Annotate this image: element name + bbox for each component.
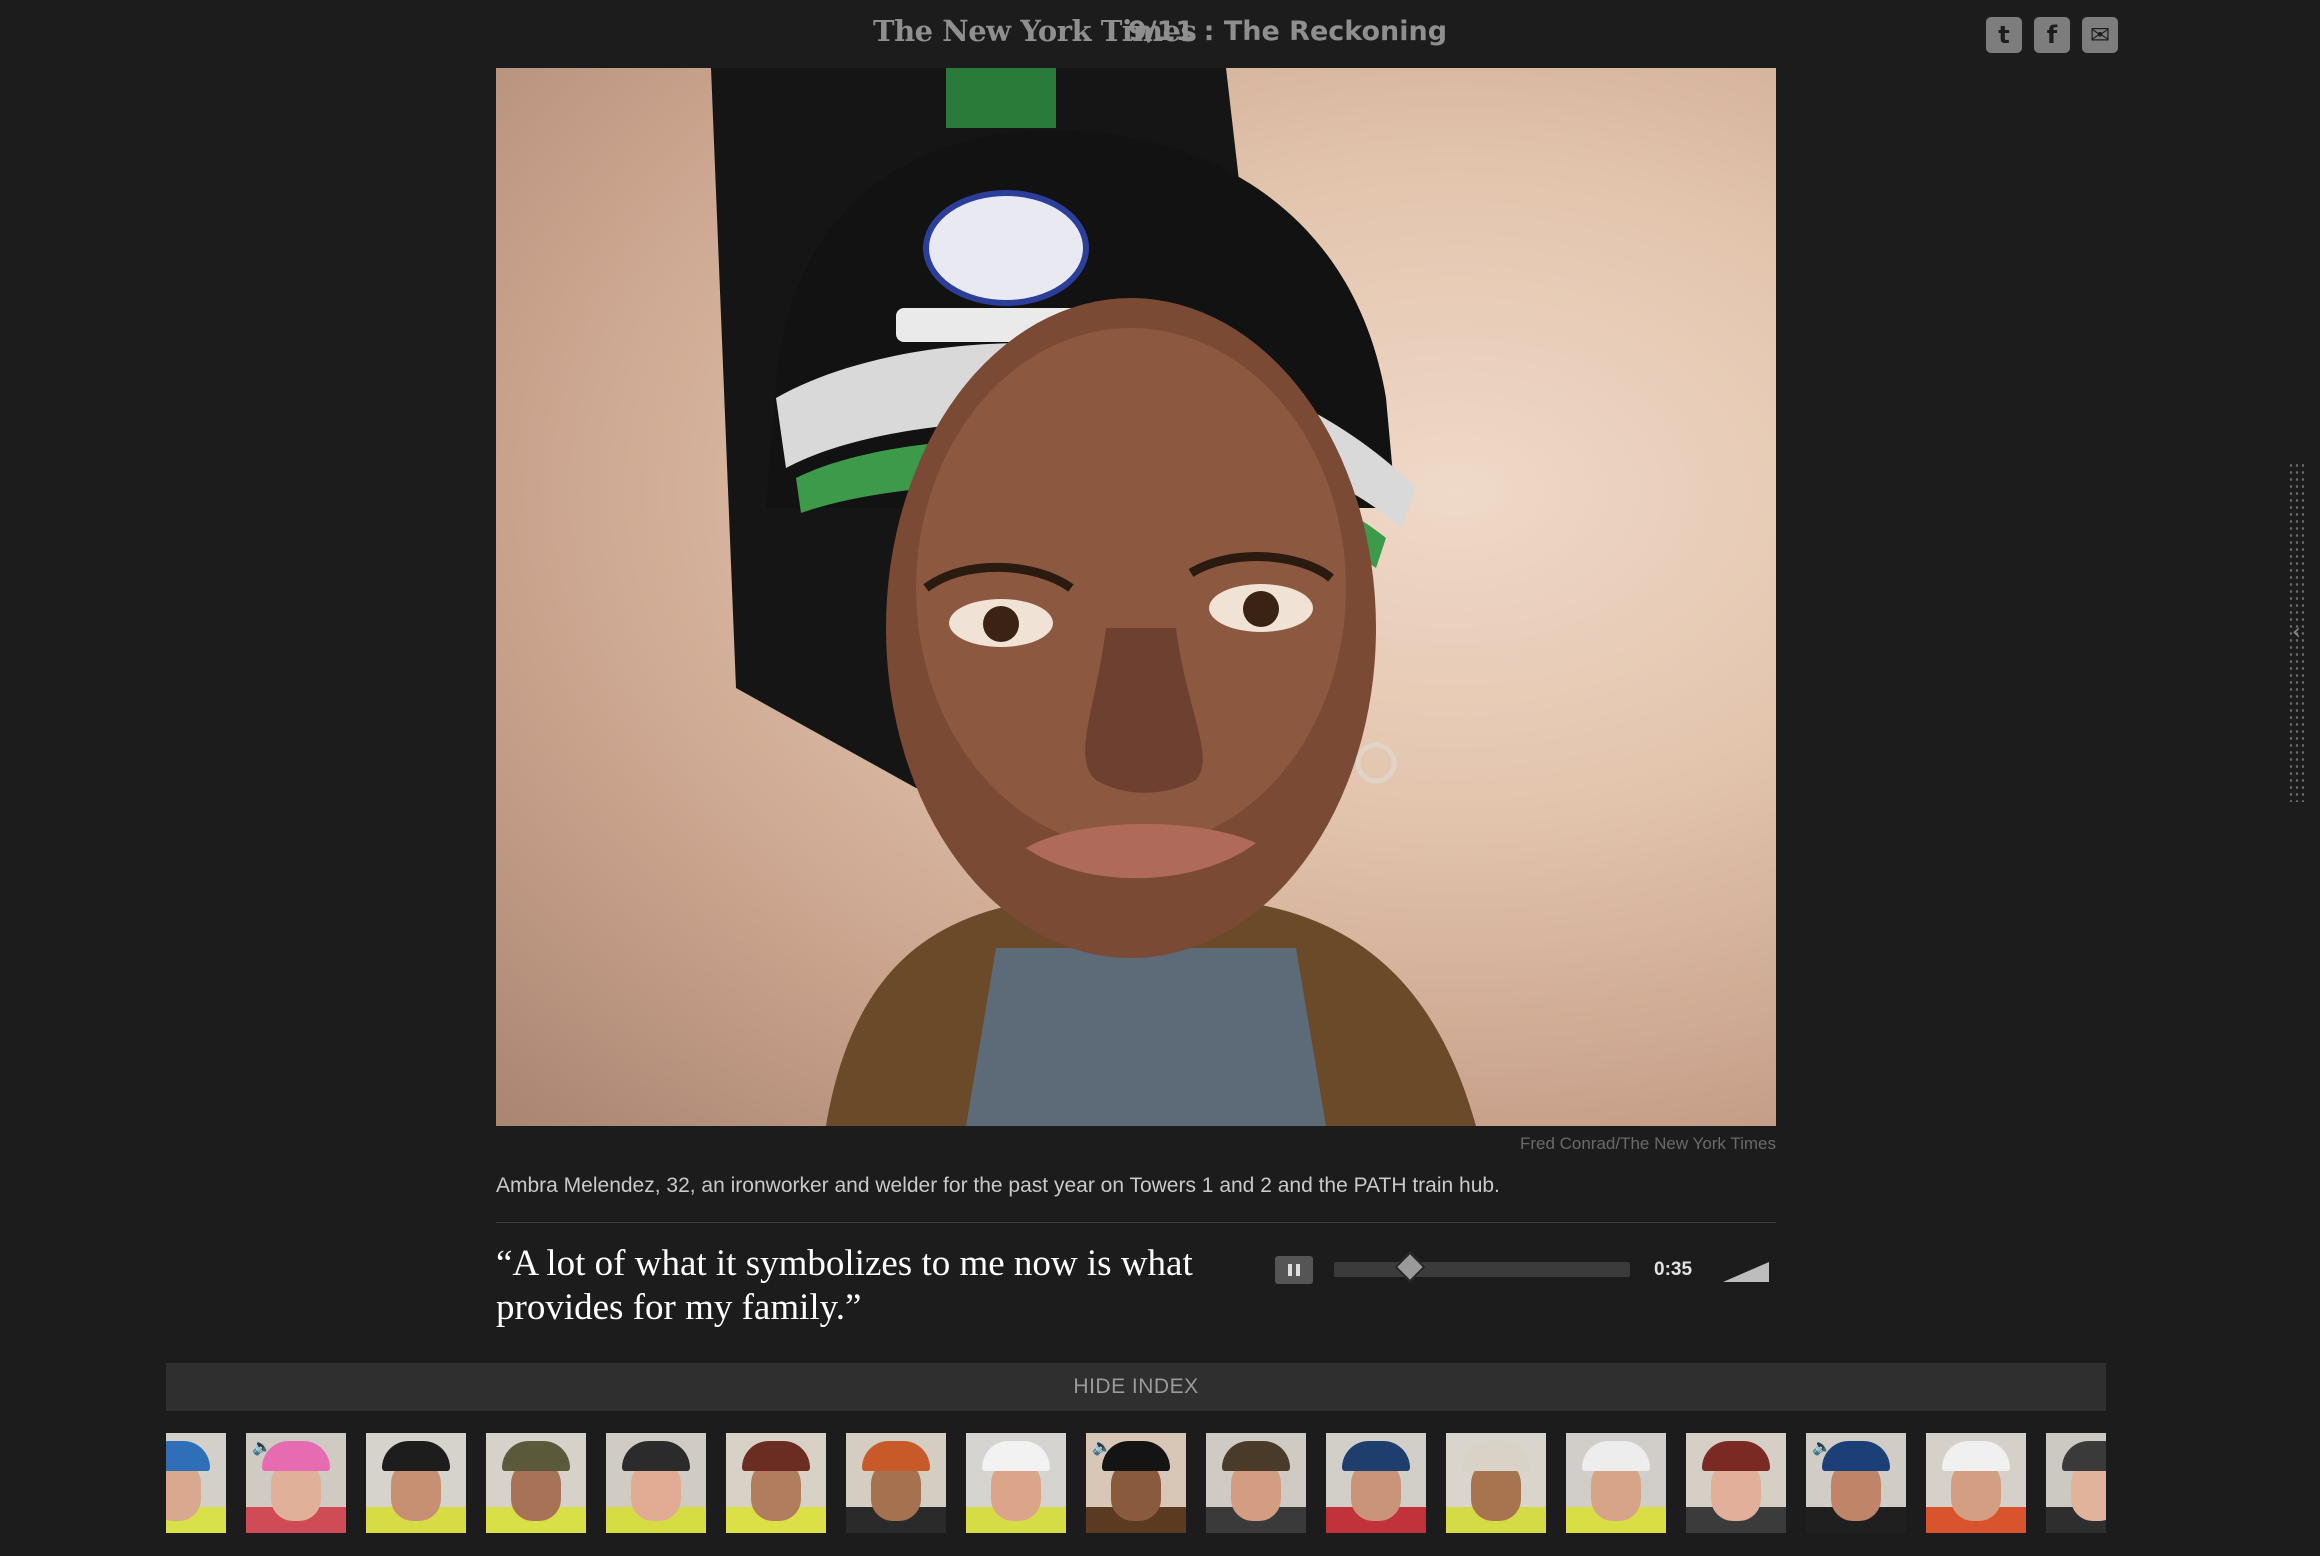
thumbnail-index: 🔈 🔈 🔈 xyxy=(166,1433,2106,1533)
index-thumbnail[interactable] xyxy=(486,1433,586,1533)
pause-button[interactable] xyxy=(1275,1256,1313,1284)
thumbnail-hardhat xyxy=(1462,1441,1530,1471)
email-share-button[interactable]: ✉ xyxy=(2082,17,2118,53)
speaker-icon: 🔈 xyxy=(1812,1437,1832,1456)
index-thumbnail[interactable]: 🔈 xyxy=(246,1433,346,1533)
index-thumbnail[interactable] xyxy=(2046,1433,2106,1533)
slider-thumb[interactable] xyxy=(1394,1251,1426,1283)
audio-progress-slider[interactable] xyxy=(1334,1251,1630,1283)
photo-credit: Fred Conrad/The New York Times xyxy=(1519,1134,1776,1153)
thumbnail-hardhat xyxy=(1222,1441,1290,1471)
volume-icon xyxy=(1723,1262,1769,1282)
thumbnail-hardhat xyxy=(166,1441,210,1471)
index-thumbnail[interactable] xyxy=(1566,1433,1666,1533)
thumbnail-hardhat xyxy=(1822,1441,1890,1471)
thumbnail-hardhat xyxy=(382,1441,450,1471)
thumbnail-hardhat xyxy=(742,1441,810,1471)
index-thumbnail[interactable] xyxy=(966,1433,1066,1533)
index-thumbnail[interactable] xyxy=(1206,1433,1306,1533)
twitter-icon: t xyxy=(1998,21,2010,49)
index-thumbnail[interactable] xyxy=(606,1433,706,1533)
index-thumbnail[interactable] xyxy=(1686,1433,1786,1533)
speaker-icon: 🔈 xyxy=(252,1437,272,1456)
index-thumbnail[interactable] xyxy=(1926,1433,2026,1533)
top-bar: The New York Times 9/11 : The Reckoning … xyxy=(0,0,2320,66)
thumbnail-hardhat xyxy=(862,1441,930,1471)
pull-quote: “A lot of what it symbolizes to me now i… xyxy=(496,1243,1193,1328)
portrait-photo xyxy=(496,68,1776,1126)
index-thumbnail[interactable] xyxy=(1326,1433,1426,1533)
thumbnail-hardhat xyxy=(622,1441,690,1471)
thumbnail-hardhat xyxy=(982,1441,1050,1471)
thumbnail-hardhat xyxy=(1342,1441,1410,1471)
index-thumbnail[interactable] xyxy=(366,1433,466,1533)
thumbnail-hardhat xyxy=(1942,1441,2010,1471)
speaker-icon: 🔈 xyxy=(1092,1437,1112,1456)
thumbnail-hardhat xyxy=(262,1441,330,1471)
index-thumbnail[interactable]: 🔈 xyxy=(1086,1433,1186,1533)
email-icon: ✉ xyxy=(2089,21,2111,49)
series-title[interactable]: 9/11 : The Reckoning xyxy=(1128,16,1447,47)
pause-icon xyxy=(1288,1264,1300,1276)
thumbnail-hardhat xyxy=(1102,1441,1170,1471)
index-thumbnail[interactable] xyxy=(166,1433,226,1533)
portrait-illustration xyxy=(711,68,1476,1126)
thumbnail-hardhat xyxy=(2062,1441,2106,1471)
photo-caption: Ambra Melendez, 32, an ironworker and we… xyxy=(496,1174,1500,1197)
index-thumbnail[interactable] xyxy=(1446,1433,1546,1533)
index-thumbnail[interactable] xyxy=(726,1433,826,1533)
index-thumbnail[interactable]: 🔈 xyxy=(1806,1433,1906,1533)
thumbnail-hardhat xyxy=(1702,1441,1770,1471)
divider xyxy=(496,1222,1776,1223)
thumbnail-hardhat xyxy=(502,1441,570,1471)
twitter-share-button[interactable]: t xyxy=(1986,17,2022,53)
chevron-left-icon[interactable]: ‹ xyxy=(2292,620,2301,645)
hide-index-label: HIDE INDEX xyxy=(1073,1375,1199,1398)
index-thumbnail[interactable] xyxy=(846,1433,946,1533)
facebook-share-button[interactable]: f xyxy=(2034,17,2070,53)
hide-index-button[interactable]: HIDE INDEX xyxy=(166,1363,2106,1411)
thumbnail-hardhat xyxy=(1582,1441,1650,1471)
elapsed-time: 0:35 xyxy=(1654,1259,1693,1280)
volume-control[interactable] xyxy=(1723,1262,1769,1282)
facebook-icon: f xyxy=(2046,21,2058,49)
